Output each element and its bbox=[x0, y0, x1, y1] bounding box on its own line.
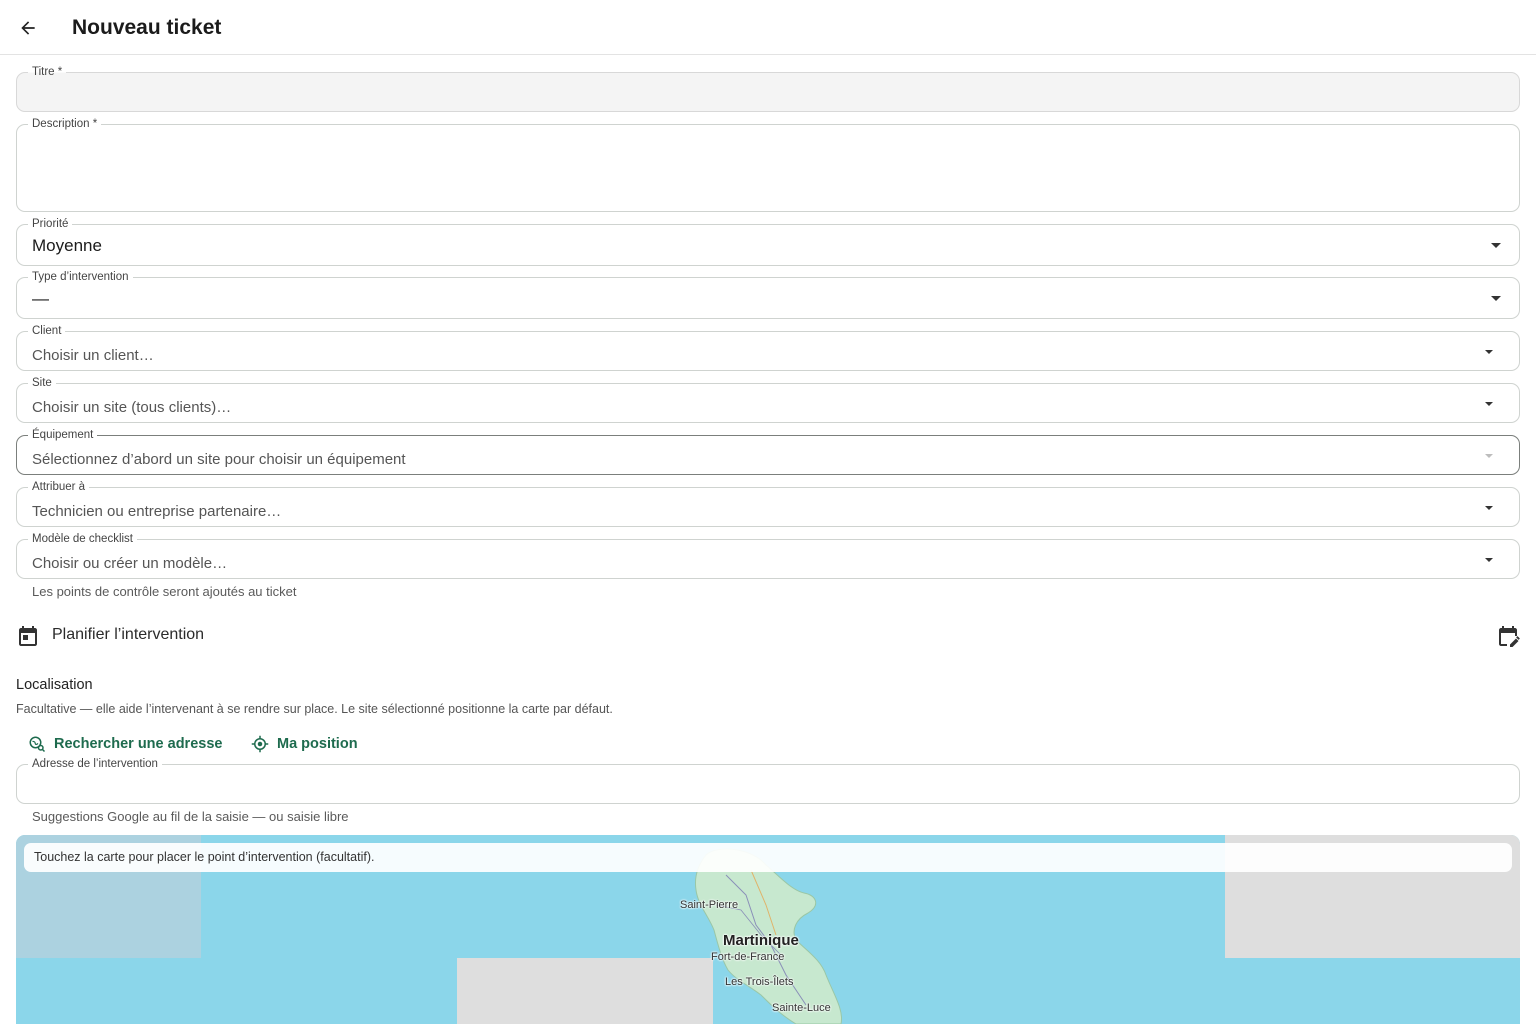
chevron-down-icon[interactable] bbox=[1485, 506, 1493, 510]
title-field[interactable]: Titre * bbox=[16, 65, 1520, 112]
location-title: Localisation bbox=[16, 677, 93, 693]
priority-select-value: Moyenne bbox=[32, 236, 102, 255]
assignee-autocomplete-label: Attribuer à bbox=[28, 480, 90, 494]
priority-select-label: Priorité bbox=[28, 217, 73, 231]
address-helper-text: Suggestions Google au fil de la saisie —… bbox=[32, 809, 349, 824]
chevron-down-icon[interactable] bbox=[1485, 402, 1493, 406]
schedule-row[interactable]: Planifier l’intervention bbox=[16, 620, 1520, 652]
location-subtitle: Facultative — elle aide l’intervenant à … bbox=[16, 702, 613, 716]
description-field-label: Description * bbox=[28, 117, 102, 131]
schedule-label: Planifier l’intervention bbox=[52, 626, 205, 643]
arrow-left-icon bbox=[21, 21, 35, 35]
client-autocomplete[interactable]: Client Choisir un client… bbox=[16, 324, 1520, 371]
site-autocomplete[interactable]: Site Choisir un site (tous clients)… bbox=[16, 376, 1520, 423]
address-input[interactable]: Adresse de l’intervention bbox=[16, 757, 1520, 804]
chevron-down-icon bbox=[1491, 296, 1501, 301]
equipment-autocomplete-placeholder: Sélectionnez d’abord un site pour choisi… bbox=[32, 451, 406, 468]
map-label-martinique: Martinique bbox=[723, 932, 799, 949]
priority-select[interactable]: Priorité Moyenne bbox=[16, 217, 1520, 266]
map-label-sainte-luce: Sainte-Luce bbox=[772, 1002, 831, 1014]
app-bar: Nouveau ticket bbox=[0, 0, 1536, 55]
client-autocomplete-label: Client bbox=[28, 324, 66, 338]
calendar-edit-icon[interactable] bbox=[1496, 624, 1520, 648]
map-hint-banner: Touchez la carte pour placer le point d’… bbox=[24, 843, 1512, 872]
travel-explore-icon bbox=[29, 736, 46, 753]
checklist-template-autocomplete[interactable]: Modèle de checklist Choisir ou créer un … bbox=[16, 532, 1520, 579]
title-field-label: Titre * bbox=[28, 65, 67, 79]
search-address-label: Rechercher une adresse bbox=[54, 736, 223, 752]
intervention-type-select[interactable]: Type d’intervention — bbox=[16, 270, 1520, 319]
calendar-icon bbox=[19, 626, 37, 646]
chevron-down-icon[interactable] bbox=[1485, 558, 1493, 562]
my-location-icon bbox=[251, 735, 269, 753]
page-title: Nouveau ticket bbox=[72, 16, 222, 39]
equipment-autocomplete-label: Équipement bbox=[28, 428, 98, 442]
client-autocomplete-placeholder: Choisir un client… bbox=[32, 347, 154, 364]
chevron-down-icon bbox=[1491, 243, 1501, 248]
assignee-autocomplete-placeholder: Technicien ou entreprise partenaire… bbox=[32, 503, 282, 520]
chevron-down-icon bbox=[1485, 454, 1493, 458]
search-address-button[interactable]: Rechercher une adresse bbox=[28, 733, 222, 755]
checklist-template-placeholder: Choisir ou créer un modèle… bbox=[32, 555, 228, 572]
site-autocomplete-placeholder: Choisir un site (tous clients)… bbox=[32, 399, 232, 416]
equipment-autocomplete: Équipement Sélectionnez d’abord un site … bbox=[16, 428, 1520, 475]
map-label-trois-ilets: Les Trois-Îlets bbox=[725, 976, 794, 988]
address-input-label: Adresse de l’intervention bbox=[28, 757, 162, 771]
intervention-type-select-value: — bbox=[32, 289, 49, 308]
description-field[interactable]: Description * bbox=[16, 117, 1520, 212]
chevron-down-icon[interactable] bbox=[1485, 350, 1493, 354]
site-autocomplete-label: Site bbox=[28, 376, 56, 390]
checklist-helper-text: Les points de contrôle seront ajoutés au… bbox=[32, 584, 297, 599]
map-label-saint-pierre: Saint-Pierre bbox=[680, 899, 739, 911]
assignee-autocomplete[interactable]: Attribuer à Technicien ou entreprise par… bbox=[16, 480, 1520, 527]
map-view[interactable]: Touchez la carte pour placer le point d’… bbox=[16, 835, 1520, 1024]
back-button[interactable] bbox=[14, 14, 42, 42]
my-position-label: Ma position bbox=[277, 736, 358, 752]
map-label-fort-de-france: Fort-de-France bbox=[711, 951, 785, 963]
checklist-template-label: Modèle de checklist bbox=[28, 532, 137, 546]
intervention-type-select-label: Type d’intervention bbox=[28, 270, 133, 284]
my-position-button[interactable]: Ma position bbox=[251, 733, 358, 755]
